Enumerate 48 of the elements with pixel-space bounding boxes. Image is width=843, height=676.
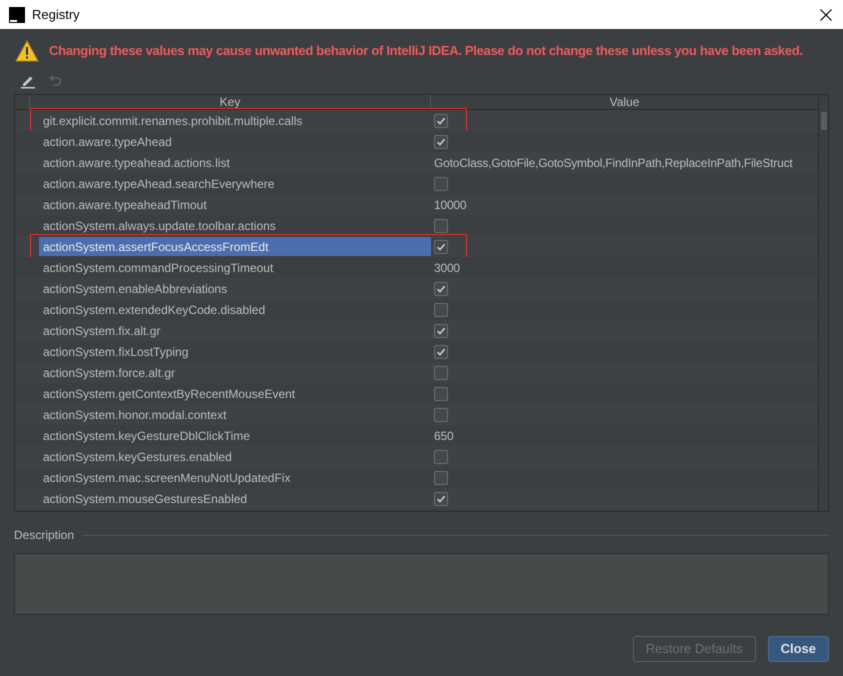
app-logo-icon — [9, 6, 25, 22]
close-icon[interactable] — [820, 8, 832, 20]
key-text: action.aware.typeaheadTimout — [43, 196, 207, 214]
key-text: actionSystem.keyGestureDblClickTime — [43, 428, 250, 444]
checkbox[interactable] — [434, 386, 448, 400]
scrollbar-thumb[interactable] — [820, 112, 826, 130]
checkbox[interactable] — [434, 366, 448, 380]
key-text: actionSystem.assertFocusAccessFromEdt — [43, 238, 268, 256]
key-text: actionSystem.getContextByRecentMouseEvent — [43, 386, 296, 402]
checkbox[interactable] — [434, 450, 448, 464]
checkbox[interactable] — [434, 176, 448, 190]
key-text: actionSystem.keyGestures.enabled — [43, 448, 232, 466]
key-text: actionSystem.enableAbbreviations — [43, 280, 228, 298]
checkbox[interactable] — [434, 282, 448, 296]
key-text: action.aware.typeAhead.searchEverywhere — [43, 176, 274, 192]
warning-message: Changing these values may cause unwanted behavior of IntelliJ IDEA. Please do not change these unless you have been asked. — [49, 42, 803, 60]
key-text: actionSystem.honor.modal.context — [43, 406, 226, 424]
key-text: actionSystem.fixLostTyping — [43, 344, 188, 360]
window-title: Registry — [32, 6, 80, 24]
column-header[interactable]: Value — [431, 95, 818, 109]
warning-icon — [15, 40, 39, 62]
checkbox[interactable] — [434, 324, 448, 338]
key-text: action.aware.typeAhead — [43, 134, 172, 150]
value-text: 3000 — [434, 260, 460, 276]
value-text: 10000 — [434, 196, 466, 214]
key-text: action.aware.typeahead.actions.list — [43, 154, 230, 172]
key-text: actionSystem.fix.alt.gr — [43, 322, 160, 340]
checkbox[interactable] — [434, 470, 448, 484]
value-text: GotoClass,GotoFile,GotoSymbol,FindInPath,ReplaceInPath,FileStruct — [434, 154, 793, 172]
checkbox[interactable] — [434, 302, 448, 316]
checkbox[interactable] — [434, 134, 448, 148]
checkbox[interactable] — [434, 408, 448, 422]
value-text: 650 — [434, 428, 454, 444]
key-text: actionSystem.mouseGesturesEnabled — [43, 490, 248, 508]
checkbox[interactable] — [434, 492, 448, 506]
description-label: Description — [14, 527, 74, 544]
key-text: actionSystem.force.alt.gr — [43, 364, 176, 382]
checkbox[interactable] — [434, 218, 448, 232]
key-text: actionSystem.mac.screenMenuNotUpdatedFix — [43, 470, 290, 486]
key-text: git.explicit.commit.renames.prohibit.multiple.calls — [43, 112, 302, 130]
checkbox[interactable] — [434, 240, 448, 254]
key-text: actionSystem.extendedKeyCode.disabled — [43, 302, 266, 318]
key-text: actionSystem.always.update.toolbar.actions — [43, 218, 276, 234]
close-button[interactable]: Close — [768, 636, 829, 662]
column-header[interactable]: Key — [30, 95, 431, 109]
key-text: actionSystem.commandProcessingTimeout — [43, 260, 274, 276]
checkbox[interactable] — [434, 114, 448, 128]
checkbox[interactable] — [434, 344, 448, 358]
